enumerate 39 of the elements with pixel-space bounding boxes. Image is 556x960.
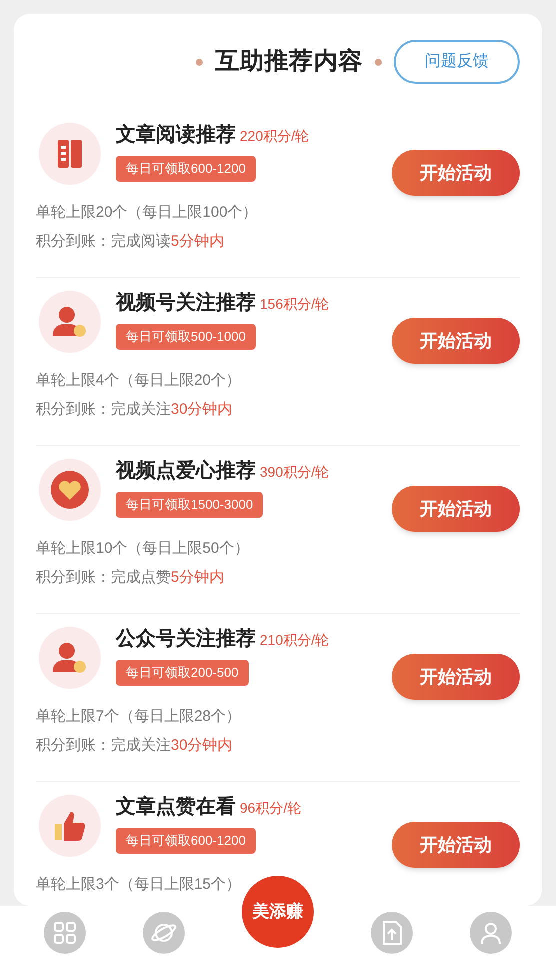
round-limit-text: 单轮上限10个（每日上限50个） (36, 539, 250, 559)
points-per-round: 96积分/轮 (240, 799, 302, 818)
feedback-button[interactable]: 问题反馈 (394, 40, 520, 84)
grid-icon[interactable] (44, 912, 86, 954)
task-title: 视频号关注推荐 (116, 290, 256, 316)
round-limit-text: 单轮上限20个（每日上限100个） (36, 203, 259, 223)
task-title: 文章点赞在看 (116, 794, 236, 820)
round-limit-text: 单轮上限3个（每日上限15个） (36, 875, 242, 895)
section-title: 互助推荐内容 (215, 47, 363, 77)
person-icon (53, 307, 86, 337)
task-title: 公众号关注推荐 (116, 626, 256, 652)
points-per-round: 390积分/轮 (260, 463, 330, 482)
start-activity-button[interactable]: 开始活动 (392, 150, 520, 196)
arrival-time-text: 积分到账：完成点赞5分钟内 (36, 568, 226, 588)
person-icon (53, 643, 86, 673)
arrival-time-text: 积分到账：完成阅读5分钟内 (36, 232, 226, 252)
task-title: 视频点爱心推荐 (116, 458, 256, 484)
daily-points-badge: 每日可领取200-500 (116, 660, 249, 686)
start-activity-button[interactable]: 开始活动 (392, 822, 520, 868)
book-icon (58, 140, 82, 168)
user-icon[interactable] (470, 912, 512, 954)
arrival-time-text: 积分到账：完成关注30分钟内 (36, 400, 234, 420)
start-activity-button[interactable]: 开始活动 (392, 486, 520, 532)
thumbs-up-icon (55, 812, 86, 841)
start-activity-button[interactable]: 开始活动 (392, 318, 520, 364)
points-per-round: 210积分/轮 (260, 631, 330, 650)
round-limit-text: 单轮上限4个（每日上限20个） (36, 371, 242, 391)
start-activity-button[interactable]: 开始活动 (392, 654, 520, 700)
daily-points-badge: 每日可领取600-1200 (116, 156, 256, 182)
planet-icon[interactable] (143, 912, 186, 954)
daily-points-badge: 每日可领取1500-3000 (116, 492, 264, 518)
daily-points-badge: 每日可领取600-1200 (116, 828, 256, 854)
upload-icon[interactable] (370, 912, 413, 954)
points-per-round: 220积分/轮 (240, 127, 310, 146)
arrival-time-text: 积分到账：完成关注30分钟内 (36, 736, 234, 756)
daily-points-badge: 每日可领取500-1000 (116, 324, 256, 350)
points-per-round: 156积分/轮 (260, 295, 330, 314)
round-limit-text: 单轮上限7个（每日上限28个） (36, 707, 242, 727)
task-title: 文章阅读推荐 (116, 122, 236, 148)
